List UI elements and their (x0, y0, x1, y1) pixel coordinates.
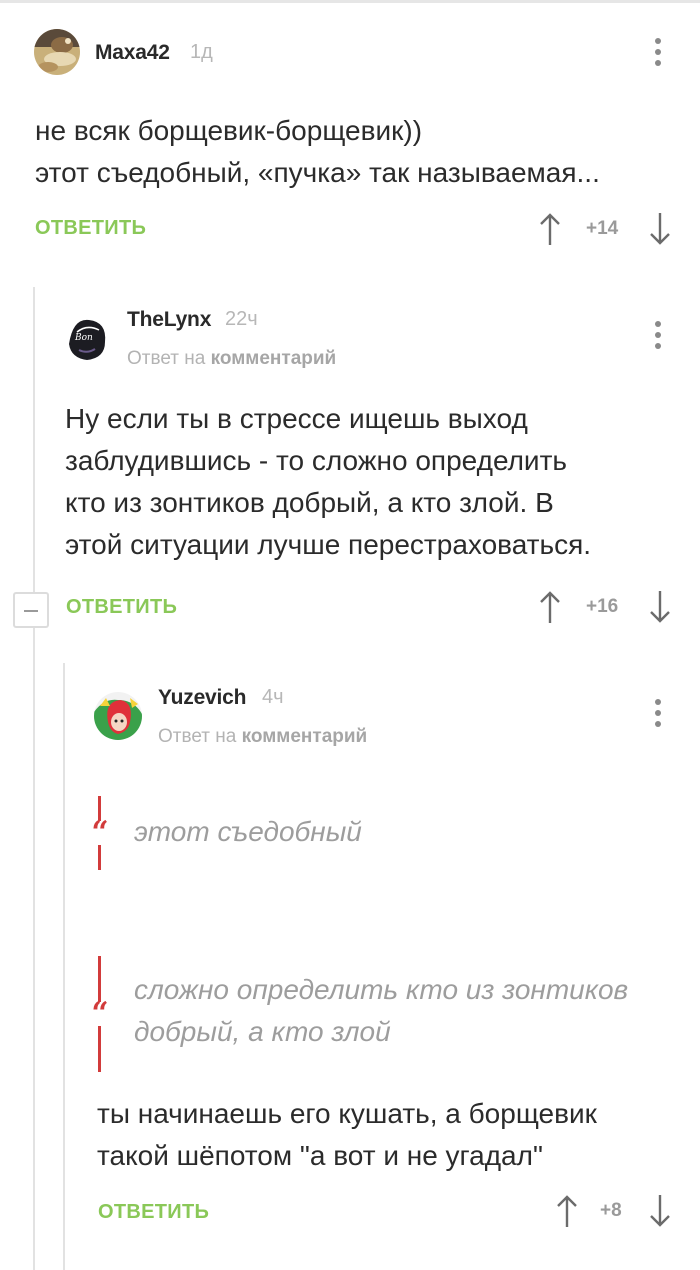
avatar[interactable] (34, 29, 80, 75)
reply-to-link[interactable]: комментарий (242, 726, 368, 747)
kebab-menu-icon[interactable] (652, 699, 664, 733)
comment-text-line: Ну если ты в стрессе ищешь выход (65, 403, 528, 434)
quote-icon: “ (87, 818, 113, 848)
comment-text: не всяк борщевик-борщевик)) этот съедобн… (35, 110, 600, 194)
quote-icon: “ (87, 999, 113, 1029)
quote-line: добрый, а кто злой (134, 1016, 391, 1047)
comment-text-line: не всяк борщевик-борщевик)) (35, 115, 423, 146)
avatar[interactable]: Bon (63, 314, 111, 362)
comment-thelynx: Bon TheLynx 22ч Ответ на комментарий Ну … (0, 270, 700, 650)
comment-text-line: ты начинаешь его кушать, а борщевик (97, 1098, 597, 1129)
quote-text: этот съедобный (134, 811, 362, 853)
comment-text-line: этой ситуации лучше перестраховаться. (65, 529, 592, 560)
comment-text: Ну если ты в стрессе ищешь выход заблуди… (65, 398, 591, 566)
vote-score: +8 (600, 1200, 622, 1221)
comment-text-line: этот съедобный, «пучка» так называемая..… (35, 157, 600, 188)
arrow-down-icon[interactable] (648, 1193, 672, 1229)
timestamp: 22ч (225, 308, 258, 330)
reply-button[interactable]: ОТВЕТИТЬ (35, 217, 146, 240)
svg-text:Bon: Bon (74, 333, 93, 343)
arrow-down-icon[interactable] (648, 211, 672, 247)
username[interactable]: TheLynx (127, 308, 211, 332)
avatar[interactable] (94, 692, 142, 740)
quote-line: сложно определить кто из зонтиков (134, 974, 629, 1005)
minus-icon (24, 610, 38, 612)
comment-yuzevich: Yuzevich 4ч Ответ на комментарий “ этот … (0, 650, 700, 1270)
kebab-menu-icon[interactable] (652, 321, 664, 355)
quote-text: сложно определить кто из зонтиков добрый… (134, 969, 628, 1053)
reply-to-prefix: Ответ на (158, 726, 237, 747)
timestamp: 1д (190, 41, 213, 63)
vote-score: +16 (586, 596, 619, 617)
reply-button[interactable]: ОТВЕТИТЬ (66, 596, 177, 619)
arrow-up-icon[interactable] (555, 1193, 579, 1229)
timestamp: 4ч (262, 686, 284, 708)
reply-button[interactable]: ОТВЕТИТЬ (98, 1201, 209, 1224)
username[interactable]: Maxa42 (95, 41, 170, 65)
vote-score: +14 (586, 218, 619, 239)
arrow-down-icon[interactable] (648, 589, 672, 625)
comment-text: ты начинаешь его кушать, а борщевик тако… (97, 1093, 597, 1177)
reply-to: Ответ на комментарий (158, 726, 367, 748)
reply-to-link[interactable]: комментарий (211, 348, 337, 369)
username[interactable]: Yuzevich (158, 686, 246, 710)
comment-text-line: такой шёпотом "а вот и не угадал" (97, 1140, 543, 1171)
vote-control: +8 (555, 1193, 674, 1229)
arrow-up-icon[interactable] (538, 589, 562, 625)
vote-control: +16 (538, 589, 674, 625)
kebab-menu-icon[interactable] (652, 38, 664, 72)
arrow-up-icon[interactable] (538, 211, 562, 247)
quote-block: “ этот съедобный (87, 796, 658, 870)
vote-control: +14 (538, 211, 674, 247)
comment-text-line: кто из зонтиков добрый, а кто злой. В (65, 487, 554, 518)
comment-maxa42: Maxa42 1д не всяк борщевик-борщевик)) эт… (0, 0, 700, 270)
reply-to-prefix: Ответ на (127, 348, 206, 369)
comment-text-line: заблудившись - то сложно определить (65, 445, 567, 476)
reply-to: Ответ на комментарий (127, 348, 336, 370)
quote-block: “ сложно определить кто из зонтиков добр… (87, 956, 658, 1072)
quote-line: этот съедобный (134, 816, 362, 847)
collapse-thread-button[interactable] (13, 592, 49, 628)
